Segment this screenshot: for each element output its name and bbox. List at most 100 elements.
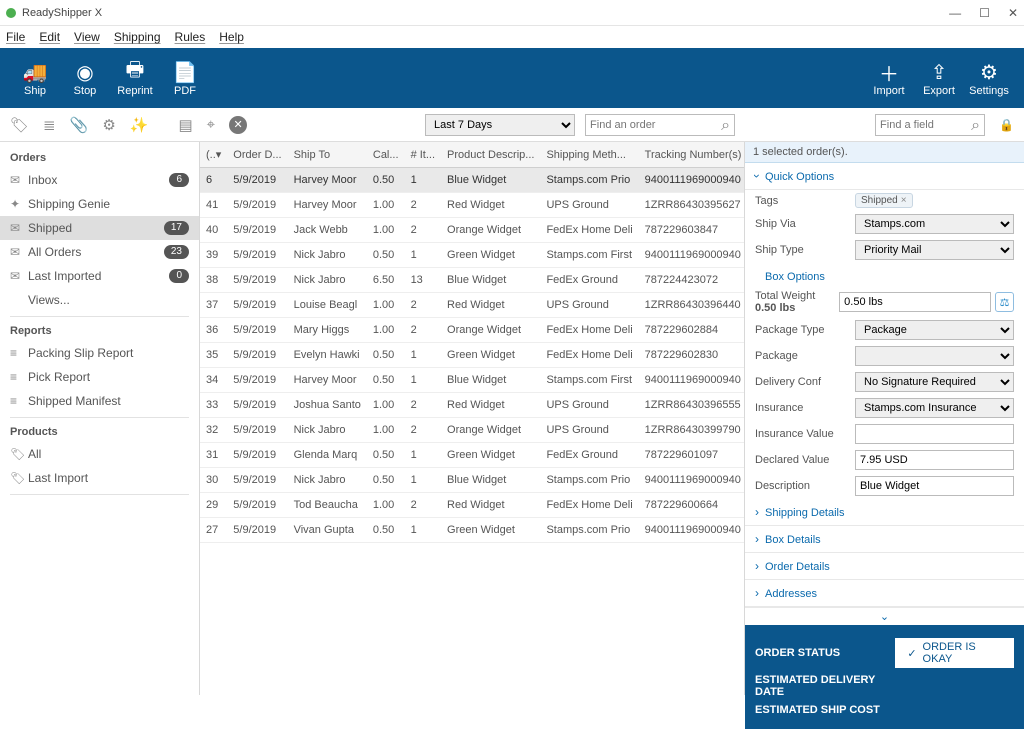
- col-header[interactable]: (..▾: [200, 142, 227, 168]
- find-field-input[interactable]: [875, 114, 985, 136]
- sidebar-item-all-orders[interactable]: ✉All Orders23: [0, 240, 199, 264]
- close-button[interactable]: ✕: [1008, 6, 1018, 20]
- shipped-manifest-icon: ≡: [10, 394, 28, 408]
- sidebar-item-inbox[interactable]: ✉Inbox6: [0, 168, 199, 192]
- inbox-icon: ✉: [10, 173, 28, 187]
- settings-button-icon: ⚙: [980, 59, 998, 85]
- last-imported-badge: 0: [169, 269, 189, 283]
- box-options-header: Box Options: [745, 263, 1024, 287]
- tag-icon[interactable]: 🏷: [10, 116, 29, 134]
- crosshair-icon[interactable]: ⌖: [207, 116, 215, 134]
- attach-icon[interactable]: 📎: [70, 116, 89, 134]
- table-row[interactable]: 335/9/2019Joshua Santo1.002Red WidgetUPS…: [200, 393, 744, 418]
- col-header[interactable]: Ship To: [288, 142, 367, 168]
- menu-rules[interactable]: Rules: [175, 30, 206, 44]
- table-row[interactable]: 395/9/2019Nick Jabro0.501Green WidgetSta…: [200, 243, 744, 268]
- table-row[interactable]: 65/9/2019Harvey Moor0.501Blue WidgetStam…: [200, 168, 744, 193]
- packing-slip-report-icon: ≡: [10, 346, 28, 360]
- sidebar-item-packing-slip-report[interactable]: ≡Packing Slip Report: [0, 341, 199, 365]
- clear-icon[interactable]: ✕: [229, 116, 247, 134]
- section-addresses[interactable]: Addresses: [745, 580, 1024, 607]
- reprint-button-icon: 🖶: [126, 59, 145, 85]
- orders-table: (..▾Order D...Ship ToCal...# It...Produc…: [200, 142, 744, 695]
- sidebar-item-last-imported[interactable]: ✉Last Imported0: [0, 264, 199, 288]
- sidebar-item-shipped[interactable]: ✉Shipped17: [0, 216, 199, 240]
- table-row[interactable]: 295/9/2019Tod Beaucha1.002Red WidgetFedE…: [200, 493, 744, 518]
- stop-button[interactable]: ◉Stop: [60, 59, 110, 97]
- col-header[interactable]: Product Descrip...: [441, 142, 540, 168]
- tag-remove-icon: ×: [901, 195, 907, 206]
- all-orders-badge: 23: [164, 245, 189, 259]
- status-box: ORDER STATUS ✓ ORDER IS OKAY ESTIMATED D…: [745, 625, 1024, 729]
- package-type-select[interactable]: Package: [855, 320, 1014, 340]
- sidebar-item-shipping-genie[interactable]: ✦Shipping Genie: [0, 192, 199, 216]
- col-header[interactable]: Order D...: [227, 142, 287, 168]
- col-header[interactable]: Cal...: [367, 142, 405, 168]
- table-row[interactable]: 315/9/2019Glenda Marq0.501Green WidgetFe…: [200, 443, 744, 468]
- insurance-select[interactable]: Stamps.com Insurance: [855, 398, 1014, 418]
- table-row[interactable]: 375/9/2019Louise Beagl1.002Red WidgetUPS…: [200, 293, 744, 318]
- sidebar-item-pick-report[interactable]: ≡Pick Report: [0, 365, 199, 389]
- menu-shipping[interactable]: Shipping: [114, 30, 161, 44]
- panel-expander[interactable]: ⌄: [745, 607, 1024, 625]
- col-header[interactable]: Tracking Number(s): [639, 142, 744, 168]
- lock-add-icon[interactable]: 🔒: [999, 118, 1014, 132]
- insurance-value-input[interactable]: [855, 424, 1014, 444]
- shiptype-label: Ship Type: [755, 244, 855, 256]
- package-select[interactable]: [855, 346, 1014, 366]
- sidebar: Orders✉Inbox6✦Shipping Genie✉Shipped17✉A…: [0, 142, 200, 695]
- sidebar-item-views[interactable]: Views...: [0, 288, 199, 312]
- minimize-button[interactable]: —: [949, 6, 961, 20]
- description-input[interactable]: [855, 476, 1014, 496]
- table-row[interactable]: 405/9/2019Jack Webb1.002Orange WidgetFed…: [200, 218, 744, 243]
- sidebar-item-all-products[interactable]: 🏷All: [0, 442, 199, 466]
- total-weight-input[interactable]: [839, 292, 991, 312]
- pdf-button[interactable]: 📄PDF: [160, 59, 210, 97]
- import-button[interactable]: ＋Import: [864, 59, 914, 97]
- table-row[interactable]: 355/9/2019Evelyn Hawki0.501Green WidgetF…: [200, 343, 744, 368]
- table-row[interactable]: 345/9/2019Harvey Moor0.501Blue WidgetSta…: [200, 368, 744, 393]
- table-header-row: (..▾Order D...Ship ToCal...# It...Produc…: [200, 142, 744, 168]
- reprint-button[interactable]: 🖶Reprint: [110, 59, 160, 97]
- delivery-conf-select[interactable]: No Signature Required: [855, 372, 1014, 392]
- col-header[interactable]: # It...: [405, 142, 441, 168]
- section-order-details[interactable]: Order Details: [745, 553, 1024, 580]
- find-order-input[interactable]: [585, 114, 735, 136]
- maximize-button[interactable]: ☐: [979, 6, 990, 20]
- last-imported-icon: ✉: [10, 269, 28, 283]
- lines-icon[interactable]: ≣: [43, 116, 56, 134]
- tag-shipped[interactable]: Shipped×: [855, 193, 913, 208]
- sidebar-item-last-import-products[interactable]: 🏷Last Import: [0, 466, 199, 490]
- table-row[interactable]: 275/9/2019Vivan Gupta0.501Green WidgetSt…: [200, 518, 744, 543]
- table-row[interactable]: 385/9/2019Nick Jabro6.5013Blue WidgetFed…: [200, 268, 744, 293]
- table-row[interactable]: 415/9/2019Harvey Moor1.002Red WidgetUPS …: [200, 193, 744, 218]
- menu-help[interactable]: Help: [219, 30, 244, 44]
- table-row[interactable]: 325/9/2019Nick Jabro1.002Orange WidgetUP…: [200, 418, 744, 443]
- sidebar-item-shipped-manifest[interactable]: ≡Shipped Manifest: [0, 389, 199, 413]
- note-icon[interactable]: ▤: [178, 116, 192, 134]
- declared-value-input[interactable]: [855, 450, 1014, 470]
- date-range-select[interactable]: Last 7 Days: [425, 114, 575, 136]
- tags-label: Tags: [755, 195, 855, 207]
- settings-button[interactable]: ⚙Settings: [964, 59, 1014, 97]
- shipvia-select[interactable]: Stamps.com: [855, 214, 1014, 234]
- section-reports: Reports: [0, 321, 199, 341]
- col-header[interactable]: Shipping Meth...: [540, 142, 638, 168]
- scale-icon[interactable]: ⚖: [995, 292, 1014, 312]
- menu-edit[interactable]: Edit: [39, 30, 60, 44]
- section-shipping-details[interactable]: Shipping Details: [745, 499, 1024, 526]
- table-row[interactable]: 305/9/2019Nick Jabro0.501Blue WidgetStam…: [200, 468, 744, 493]
- gear-icon[interactable]: ⚙: [102, 116, 115, 134]
- shipped-icon: ✉: [10, 221, 28, 235]
- quick-options-header[interactable]: Quick Options: [745, 163, 1024, 190]
- wand-icon[interactable]: ✨: [130, 116, 149, 134]
- ship-button[interactable]: 🚚Ship: [10, 59, 60, 97]
- inbox-badge: 6: [169, 173, 189, 187]
- stop-button-icon: ◉: [76, 59, 93, 85]
- section-box-details[interactable]: Box Details: [745, 526, 1024, 553]
- menu-file[interactable]: File: [6, 30, 25, 44]
- export-button[interactable]: ⇪Export: [914, 59, 964, 97]
- menu-view[interactable]: View: [74, 30, 100, 44]
- table-row[interactable]: 365/9/2019Mary Higgs1.002Orange WidgetFe…: [200, 318, 744, 343]
- shiptype-select[interactable]: Priority Mail: [855, 240, 1014, 260]
